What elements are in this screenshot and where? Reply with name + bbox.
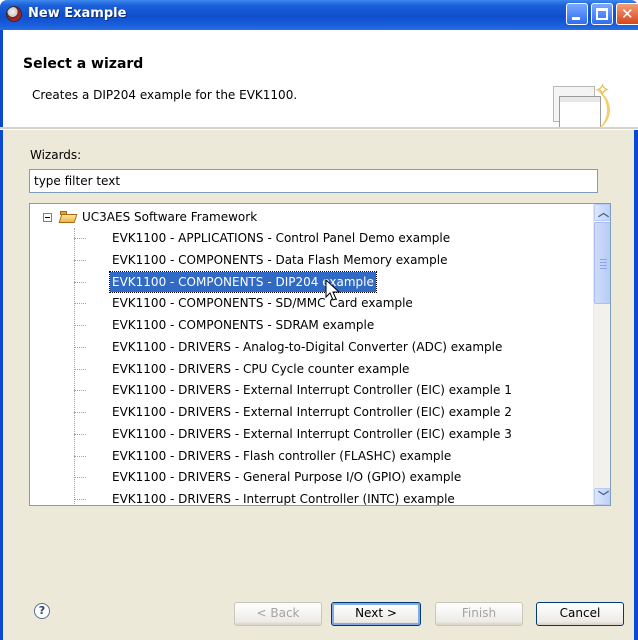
tree-connector xyxy=(74,260,86,261)
tree-item[interactable]: EVK1100 - DRIVERS - External Interrupt C… xyxy=(30,424,610,445)
tree-item[interactable]: EVK1100 - DRIVERS - Flash controller (FL… xyxy=(30,446,610,467)
tree-root-item[interactable]: UC3AES Software Framework xyxy=(30,207,590,227)
tree-item-label: EVK1100 - COMPONENTS - SDRAM example xyxy=(112,318,375,332)
tree-connector xyxy=(74,347,86,348)
tree-connector xyxy=(74,238,86,239)
tree-item-label: EVK1100 - COMPONENTS - SD/MMC Card examp… xyxy=(112,296,413,310)
tree-connector xyxy=(74,499,86,500)
folder-open-icon xyxy=(58,211,78,223)
tree-item-label: EVK1100 - DRIVERS - Analog-to-Digital Co… xyxy=(112,340,503,354)
tree-item[interactable]: EVK1100 - COMPONENTS - Data Flash Memory… xyxy=(30,250,610,271)
tree-item[interactable]: EVK1100 - APPLICATIONS - Control Panel D… xyxy=(30,228,610,249)
tree-item-label: EVK1100 - DRIVERS - External Interrupt C… xyxy=(112,383,512,397)
close-button[interactable]: ✕ xyxy=(616,3,638,25)
tree-item-label: EVK1100 - DRIVERS - Flash controller (FL… xyxy=(112,449,452,463)
tree-connector xyxy=(74,282,86,283)
close-icon: ✕ xyxy=(621,5,634,23)
collapse-toggle-icon[interactable] xyxy=(43,213,52,222)
tree-item-label: EVK1100 - DRIVERS - CPU Cycle counter ex… xyxy=(112,362,410,376)
scroll-up-button[interactable]: ︿ xyxy=(594,204,610,221)
maximize-icon xyxy=(596,8,608,20)
tree-connector xyxy=(74,303,86,304)
tree-connector xyxy=(74,434,86,435)
tree-item-label: EVK1100 - DRIVERS - External Interrupt C… xyxy=(112,405,512,419)
wizard-tree[interactable]: UC3AES Software Framework EVK1100 - APPL… xyxy=(29,203,611,506)
tree-connector xyxy=(74,390,86,391)
tree-item[interactable]: EVK1100 - COMPONENTS - SDRAM example xyxy=(30,315,610,336)
tree-item[interactable]: EVK1100 - DRIVERS - CPU Cycle counter ex… xyxy=(30,359,610,380)
tree-item-label: EVK1100 - APPLICATIONS - Control Panel D… xyxy=(112,231,451,245)
window-title: New Example xyxy=(28,6,127,21)
tree-item[interactable]: EVK1100 - DRIVERS - Interrupt Controller… xyxy=(30,489,610,506)
page-description: Creates a DIP204 example for the EVK1100… xyxy=(32,88,298,102)
maximize-button[interactable] xyxy=(591,3,613,25)
wizard-header: Select a wizard Creates a DIP204 example… xyxy=(0,30,638,132)
back-button[interactable]: < Back xyxy=(234,602,322,626)
filter-input[interactable] xyxy=(29,169,598,193)
tree-item[interactable]: EVK1100 - DRIVERS - General Purpose I/O … xyxy=(30,467,610,488)
minimize-icon xyxy=(572,17,580,20)
tree-item-label: EVK1100 - DRIVERS - External Interrupt C… xyxy=(112,427,512,441)
tree-item[interactable]: EVK1100 - DRIVERS - Analog-to-Digital Co… xyxy=(30,337,610,358)
finish-button[interactable]: Finish xyxy=(435,602,523,626)
tree-connector xyxy=(74,412,86,413)
minimize-button[interactable] xyxy=(566,3,588,25)
chevron-up-icon: ︿ xyxy=(598,206,609,219)
title-bar[interactable]: New Example ✕ xyxy=(0,0,638,30)
tree-item[interactable]: EVK1100 - COMPONENTS - SD/MMC Card examp… xyxy=(30,293,610,314)
tree-item[interactable]: EVK1100 - DRIVERS - External Interrupt C… xyxy=(30,380,610,401)
vertical-scrollbar[interactable]: ︿ ﹀ xyxy=(593,204,610,505)
wizards-label: Wizards: xyxy=(30,148,82,162)
tree-root-label: UC3AES Software Framework xyxy=(82,210,258,224)
next-button[interactable]: Next > xyxy=(331,602,421,626)
mouse-cursor-icon xyxy=(325,279,341,301)
help-icon[interactable]: ? xyxy=(34,603,50,619)
tree-item-label: EVK1100 - DRIVERS - General Purpose I/O … xyxy=(112,470,462,484)
chevron-down-icon: ﹀ xyxy=(598,490,609,503)
tree-item-label: EVK1100 - COMPONENTS - Data Flash Memory… xyxy=(112,253,448,267)
scroll-down-button[interactable]: ﹀ xyxy=(594,488,610,505)
tree-item[interactable]: EVK1100 - DRIVERS - External Interrupt C… xyxy=(30,402,610,423)
scroll-thumb[interactable] xyxy=(594,222,610,304)
tree-item[interactable]: EVK1100 - COMPONENTS - DIP204 example xyxy=(30,271,610,293)
tree-connector xyxy=(74,456,86,457)
tree-connector xyxy=(74,325,86,326)
page-title: Select a wizard xyxy=(23,56,144,72)
tree-connector xyxy=(74,369,86,370)
eclipse-app-icon xyxy=(6,6,22,22)
cancel-button[interactable]: Cancel xyxy=(536,602,624,626)
tree-connector xyxy=(74,477,86,478)
tree-item-label: EVK1100 - DRIVERS - Interrupt Controller… xyxy=(112,492,455,506)
